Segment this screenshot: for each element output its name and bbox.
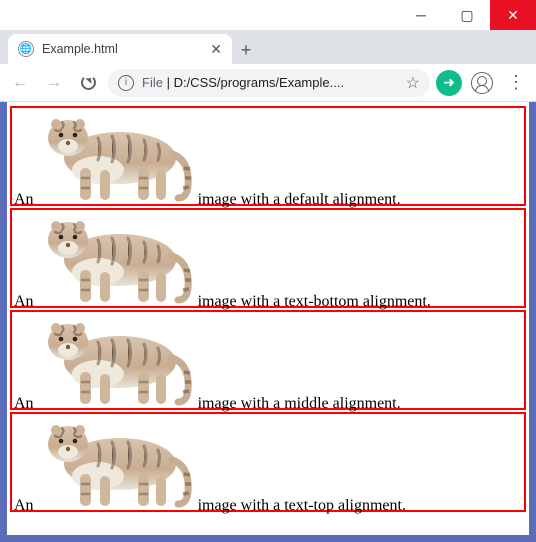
tiger-image: [38, 210, 194, 306]
avatar-icon: [471, 72, 493, 94]
menu-button[interactable]: ⋮: [502, 69, 530, 97]
tiger-image: [38, 312, 194, 408]
extension-badge[interactable]: ➜: [436, 70, 462, 96]
reload-icon: [81, 75, 96, 90]
new-tab-button[interactable]: +: [232, 36, 260, 64]
tab-title: Example.html: [42, 42, 202, 56]
tiger-image: [38, 414, 194, 510]
tiger-image: [38, 108, 194, 204]
window-titlebar: ─ ▢ ✕: [0, 0, 536, 30]
window-close-button[interactable]: ✕: [490, 0, 536, 30]
row-prefix-text: An: [14, 293, 34, 310]
example-row: An: [10, 208, 526, 308]
row-suffix-text: image with a default alignment.: [194, 191, 401, 208]
row-suffix-text: image with a middle alignment.: [194, 395, 401, 412]
bookmark-star-icon[interactable]: ☆: [406, 73, 420, 93]
row-suffix-text: image with a text-top alignment.: [194, 497, 406, 514]
browser-tab[interactable]: 🌐 Example.html ✕: [8, 34, 232, 64]
example-row: An: [10, 106, 526, 206]
page-viewport: An: [7, 102, 529, 535]
example-row: An: [10, 310, 526, 410]
profile-button[interactable]: [468, 69, 496, 97]
row-suffix-text: image with a text-bottom alignment.: [194, 293, 431, 310]
close-tab-icon[interactable]: ✕: [210, 41, 222, 58]
forward-button[interactable]: →: [40, 69, 68, 97]
url-text: File | D:/CSS/programs/Example....: [142, 75, 398, 90]
row-prefix-text: An: [14, 395, 34, 412]
address-bar[interactable]: i File | D:/CSS/programs/Example.... ☆: [108, 69, 430, 97]
site-info-icon[interactable]: i: [118, 75, 134, 91]
row-prefix-text: An: [14, 497, 34, 514]
reload-button[interactable]: [74, 69, 102, 97]
tab-strip: 🌐 Example.html ✕ +: [0, 30, 536, 64]
example-row: An: [10, 412, 526, 512]
arrow-icon: ➜: [443, 74, 455, 91]
browser-toolbar: ← → i File | D:/CSS/programs/Example....…: [0, 64, 536, 102]
back-button[interactable]: ←: [6, 69, 34, 97]
globe-icon: 🌐: [18, 41, 34, 57]
window-maximize-button[interactable]: ▢: [444, 0, 490, 30]
window-minimize-button[interactable]: ─: [398, 0, 444, 30]
page-content: An: [7, 102, 529, 518]
row-prefix-text: An: [14, 191, 34, 208]
